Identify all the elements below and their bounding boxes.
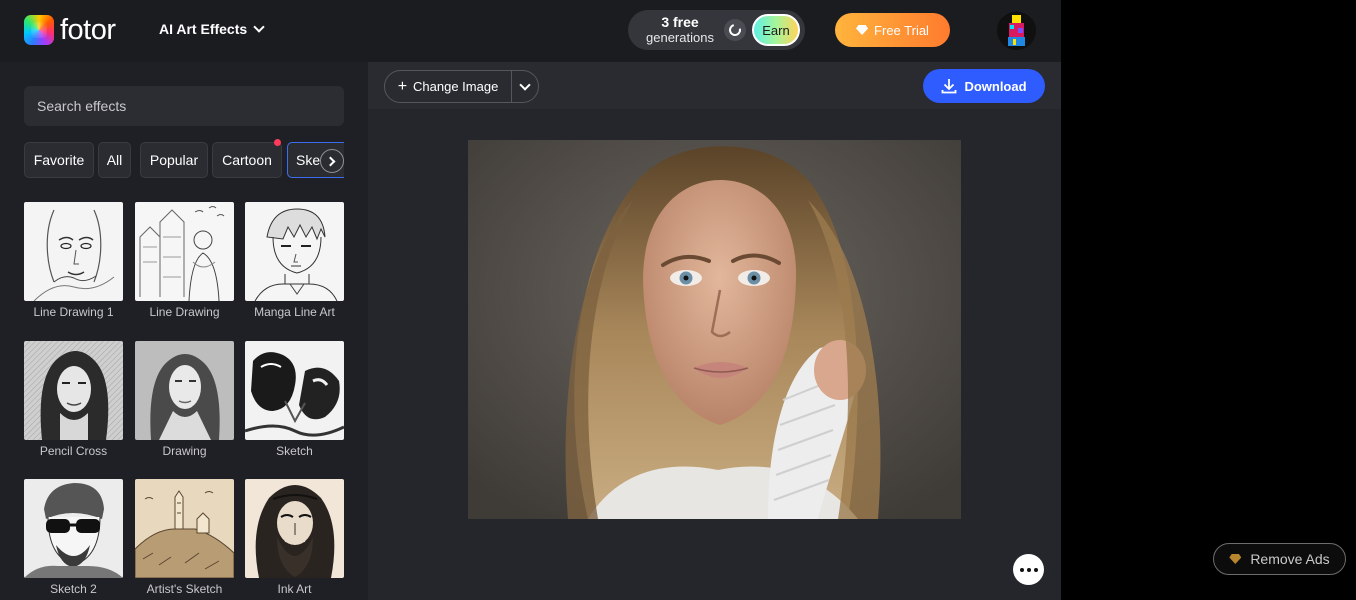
effect-thumbnail bbox=[24, 202, 123, 301]
effect-thumbnail bbox=[135, 479, 234, 578]
search-effects-input[interactable] bbox=[24, 86, 344, 126]
effect-ink-art[interactable]: Ink Art bbox=[245, 479, 344, 596]
category-tabs: Favorite All Popular Cartoon Sketch bbox=[24, 142, 344, 178]
user-avatar[interactable] bbox=[997, 11, 1036, 50]
effect-label: Manga Line Art bbox=[254, 305, 335, 319]
effect-thumbnail bbox=[135, 202, 234, 301]
ai-art-effects-menu[interactable]: AI Art Effects bbox=[159, 21, 265, 37]
diamond-icon bbox=[856, 25, 869, 35]
download-label: Download bbox=[964, 78, 1027, 94]
tab-favorite[interactable]: Favorite bbox=[24, 142, 94, 178]
effect-thumbnail bbox=[245, 479, 344, 578]
change-image-dropdown-button[interactable] bbox=[512, 71, 538, 102]
download-icon bbox=[942, 79, 957, 94]
plus-icon: + bbox=[397, 77, 408, 95]
effect-thumbnail bbox=[245, 341, 344, 440]
editor-toolbar: + Change Image Download bbox=[368, 62, 1061, 109]
download-button[interactable]: Download bbox=[923, 69, 1045, 103]
effect-thumbnail bbox=[135, 341, 234, 440]
new-badge-dot bbox=[274, 139, 281, 146]
fotor-logo[interactable]: fotor bbox=[24, 15, 116, 45]
effect-label: Artist's Sketch bbox=[146, 582, 223, 596]
effect-sketch-2[interactable]: Sketch 2 bbox=[24, 479, 123, 596]
effect-thumbnail bbox=[24, 479, 123, 578]
dot bbox=[1026, 567, 1031, 572]
editor-canvas-area: + Change Image Download bbox=[368, 62, 1061, 600]
generations-count: 3 free bbox=[661, 14, 699, 30]
refresh-icon bbox=[726, 21, 744, 39]
earn-button[interactable]: Earn bbox=[752, 14, 800, 46]
change-image-button[interactable]: + Change Image bbox=[385, 71, 511, 102]
effect-drawing[interactable]: Drawing bbox=[135, 341, 234, 458]
logo-icon bbox=[24, 15, 54, 45]
generations-widget: 3 free generations Earn bbox=[628, 10, 805, 50]
logo-text: fotor bbox=[60, 14, 116, 46]
effect-sketch[interactable]: Sketch bbox=[245, 341, 344, 458]
tabs-scroll-right-button[interactable] bbox=[320, 149, 344, 173]
chevron-right-icon bbox=[325, 156, 336, 166]
remove-ads-button[interactable]: Remove Ads bbox=[1213, 543, 1346, 575]
dot bbox=[1033, 567, 1038, 572]
effect-pencil-cross[interactable]: Pencil Cross bbox=[24, 341, 123, 458]
top-bar: fotor AI Art Effects 3 free generations … bbox=[0, 0, 1061, 62]
effect-line-drawing-1[interactable]: Line Drawing 1 bbox=[24, 202, 123, 319]
change-image-group: + Change Image bbox=[384, 70, 539, 103]
effect-manga-line-art[interactable]: Manga Line Art bbox=[245, 202, 344, 319]
fotor-app: fotor AI Art Effects 3 free generations … bbox=[0, 0, 1061, 600]
effect-artists-sketch[interactable]: Artist's Sketch bbox=[135, 479, 234, 596]
effect-thumbnail bbox=[24, 341, 123, 440]
tab-popular[interactable]: Popular bbox=[140, 142, 208, 178]
effect-label: Sketch 2 bbox=[50, 582, 97, 596]
effect-label: Line Drawing 1 bbox=[33, 305, 114, 319]
refresh-button[interactable] bbox=[724, 19, 746, 41]
chevron-down-icon bbox=[253, 21, 265, 33]
free-trial-button[interactable]: Free Trial bbox=[835, 13, 950, 47]
effect-label: Drawing bbox=[162, 444, 207, 458]
effect-line-drawing[interactable]: Line Drawing bbox=[135, 202, 234, 319]
uploaded-portrait-photo bbox=[468, 140, 961, 519]
generations-label: generations bbox=[646, 30, 714, 45]
tab-cartoon[interactable]: Cartoon bbox=[212, 142, 282, 178]
effect-label: Ink Art bbox=[277, 582, 312, 596]
effect-label: Line Drawing bbox=[149, 305, 220, 319]
dot bbox=[1019, 567, 1024, 572]
change-image-label: Change Image bbox=[413, 79, 499, 94]
tab-all[interactable]: All bbox=[98, 142, 131, 178]
effect-label: Sketch bbox=[276, 444, 313, 458]
free-trial-label: Free Trial bbox=[874, 22, 929, 38]
effects-sidebar: Favorite All Popular Cartoon Sketch bbox=[0, 62, 368, 600]
chevron-down-icon bbox=[519, 78, 531, 91]
more-options-button[interactable] bbox=[1013, 554, 1044, 585]
generations-text: 3 free generations bbox=[642, 14, 718, 46]
effect-label: Pencil Cross bbox=[39, 444, 108, 458]
remove-ads-label: Remove Ads bbox=[1250, 551, 1330, 567]
menu-label: AI Art Effects bbox=[159, 21, 248, 37]
effect-thumbnail bbox=[245, 202, 344, 301]
avatar-art bbox=[997, 11, 1036, 50]
diamond-icon bbox=[1229, 554, 1242, 564]
